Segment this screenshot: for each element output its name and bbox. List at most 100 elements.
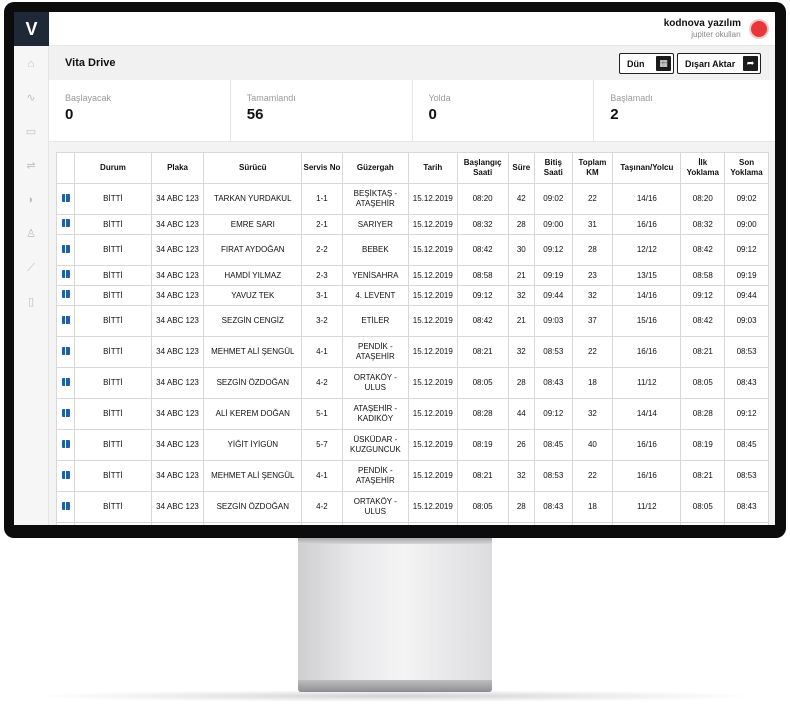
table-row[interactable]: BİTTİ 34 ABC 123 YİĞİT İYİGÜN 5-7 ÜSKÜDAR - …	[56, 429, 769, 461]
map-cell[interactable]	[56, 234, 76, 266]
first-check-cell: 08:42	[680, 305, 726, 337]
last-check-cell: 08:43	[724, 367, 769, 399]
column-header[interactable]: Plaka	[150, 152, 205, 184]
column-header[interactable]: Son Yoklama	[724, 152, 769, 184]
plate-cell: 34 ABC 123	[150, 398, 205, 430]
map-icon[interactable]	[61, 346, 70, 355]
total-km-cell: 32	[571, 522, 614, 525]
passenger-cell: 11/12	[612, 491, 682, 523]
user-avatar[interactable]	[749, 19, 769, 39]
map-icon[interactable]	[61, 470, 70, 479]
map-cell[interactable]	[56, 398, 76, 430]
column-header[interactable]: Servis No	[301, 152, 343, 184]
end-time-cell: 09:19	[533, 265, 573, 286]
date-cell: 15.12.2019	[407, 183, 458, 215]
service-no-cell: 5-7	[301, 429, 343, 461]
table-row[interactable]: BİTTİ 34 ABC 123 SEZGİN CENGİZ 3-2 ETİLER 15.…	[56, 305, 769, 337]
first-check-cell: 08:05	[680, 491, 726, 523]
bus-icon[interactable]: ▭	[24, 126, 38, 138]
table-row[interactable]: BİTTİ 34 ABC 123 FIRAT AYDOĞAN 2-2 BEBEK 15.1…	[56, 234, 769, 266]
column-header[interactable]: Güzergah	[341, 152, 409, 184]
stats-bar: Başlayacak 0 Tamamlandı 56 Yolda 0 Başla…	[49, 80, 775, 142]
map-icon[interactable]	[61, 270, 70, 279]
column-header[interactable]: Sürücü	[203, 152, 303, 184]
users-icon[interactable]: ♙	[24, 228, 38, 240]
map-icon[interactable]	[61, 439, 70, 448]
column-header[interactable]: Durum	[74, 152, 152, 184]
route-icon[interactable]: ∿	[24, 92, 38, 104]
table-row[interactable]: BİTTİ34 ABC 123ALİ KEREM DOĞAN5-1ATAŞEHİ…	[56, 398, 769, 430]
app-logo[interactable]: V	[14, 12, 49, 46]
table-row[interactable]: BİTTİ 34 ABC 123 YAVUZ TEK 3-1 4. LEVENT 15.1…	[56, 285, 769, 306]
start-time-cell: 08:32	[456, 214, 509, 235]
service-no-cell: 4-1	[301, 460, 343, 492]
column-header[interactable]: Toplam KM	[571, 152, 614, 184]
table-row[interactable]: BİTTİ 34 ABC 123 HAMDİ YILMAZ 2-3 YENİSAHRA 1…	[56, 265, 769, 286]
status-cell: BİTTİ	[74, 522, 152, 525]
map-cell[interactable]	[56, 305, 76, 337]
last-check-cell: 08:45	[724, 429, 769, 461]
start-time-cell: 08:28	[456, 522, 509, 525]
map-cell[interactable]	[56, 522, 76, 525]
map-cell[interactable]	[56, 460, 76, 492]
column-header[interactable]: Tarih	[407, 152, 458, 184]
status-cell: BİTTİ	[74, 183, 152, 215]
column-header[interactable]: İlk Yoklama	[680, 152, 726, 184]
start-time-cell: 08:42	[456, 305, 509, 337]
map-cell[interactable]	[56, 491, 76, 523]
passenger-cell: 12/12	[612, 234, 682, 266]
passenger-cell: 16/16	[612, 336, 682, 368]
table-row[interactable]: BİTTİ 34 ABC 123 SEZGİN ÖZDOĞAN 4-2 ORTAKÖY …	[56, 367, 769, 399]
column-header[interactable]: Süre	[507, 152, 535, 184]
last-check-cell: 09:03	[724, 305, 769, 337]
column-header[interactable]: Başlangıç Saati	[456, 152, 509, 184]
table-row[interactable]: BİTTİ34 ABC 123ALİ KEREM DOĞAN5-1ATAŞEHİ…	[56, 522, 769, 525]
date-filter-button[interactable]: Dün ▦	[619, 53, 674, 74]
map-cell[interactable]	[56, 214, 76, 235]
duration-cell: 28	[507, 214, 535, 235]
duration-cell: 26	[507, 429, 535, 461]
export-button[interactable]: Dışarı Aktar ➦	[677, 53, 761, 74]
passenger-cell: 15/16	[612, 305, 682, 337]
table-row[interactable]: BİTTİ 34 ABC 123 EMRE SARI 2-1 SARIYER 15.12.…	[56, 214, 769, 235]
fuel-icon[interactable]: ◗	[24, 194, 38, 206]
map-cell[interactable]	[56, 336, 76, 368]
start-time-cell: 08:20	[456, 183, 509, 215]
route-cell: SARIYER	[341, 214, 409, 235]
map-cell[interactable]	[56, 183, 76, 215]
map-icon[interactable]	[61, 193, 70, 202]
chart-icon[interactable]: ⟋	[24, 262, 38, 274]
map-cell[interactable]	[56, 429, 76, 461]
stat-label: Başlayacak	[65, 93, 112, 103]
status-cell: BİTTİ	[74, 305, 152, 337]
map-icon[interactable]	[61, 244, 70, 253]
first-check-cell: 08:05	[680, 367, 726, 399]
last-check-cell: 09:12	[724, 234, 769, 266]
table-row[interactable]: BİTTİ 34 ABC 123 TARKAN YURDAKUL 1-1 BEŞİKTA…	[56, 183, 769, 215]
map-icon[interactable]	[61, 408, 70, 417]
table-row[interactable]: BİTTİ 34 ABC 123 SEZGİN ÖZDOĞAN 4-2 ORTAKÖY …	[56, 491, 769, 523]
trips-table: Durum Plaka Sürücü Servis No Güzergah Ta…	[56, 152, 769, 525]
route-cell: PENDİK - ATAŞEHİR	[341, 336, 409, 368]
table-row[interactable]: BİTTİ 34 ABC 123 MEHMET ALİ ŞENGÜL 4-1 PENDİ…	[56, 336, 769, 368]
home-icon[interactable]: ⌂	[24, 58, 38, 70]
map-icon[interactable]	[61, 219, 70, 228]
trips-table-container[interactable]: Durum Plaka Sürücü Servis No Güzergah Ta…	[56, 152, 769, 525]
table-header-row: Durum Plaka Sürücü Servis No Güzergah Ta…	[56, 152, 769, 184]
map-icon[interactable]	[61, 501, 70, 510]
column-header[interactable]: Bitiş Saati	[533, 152, 573, 184]
status-cell: BİTTİ	[74, 367, 152, 399]
duration-cell: 28	[507, 367, 535, 399]
car-icon[interactable]: ⇌	[24, 160, 38, 172]
map-icon[interactable]	[61, 315, 70, 324]
total-km-cell: 37	[571, 305, 614, 337]
route-cell: ORTAKÖY - ULUS	[341, 491, 409, 523]
document-icon[interactable]: ▯	[24, 296, 38, 308]
table-row[interactable]: BİTTİ 34 ABC 123 MEHMET ALİ ŞENGÜL 4-1 PENDİ…	[56, 460, 769, 492]
column-header[interactable]: Taşınan/Yolcu	[612, 152, 682, 184]
map-icon[interactable]	[61, 290, 70, 299]
map-cell[interactable]	[56, 265, 76, 286]
map-icon[interactable]	[61, 377, 70, 386]
map-cell[interactable]	[56, 285, 76, 306]
map-cell[interactable]	[56, 367, 76, 399]
